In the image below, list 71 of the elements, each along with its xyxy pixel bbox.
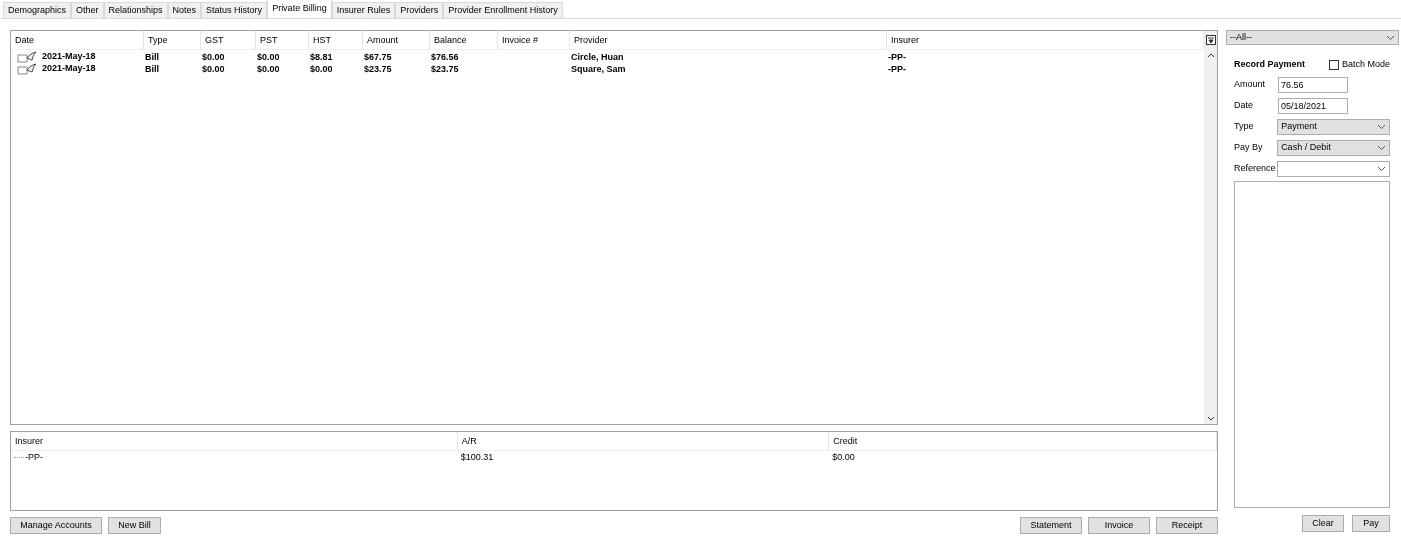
action-button[interactable]: Pay: [1352, 515, 1390, 532]
field-label: Type: [1234, 120, 1255, 133]
column-header[interactable]: Type: [144, 31, 201, 49]
table-cell: $76.56: [431, 52, 459, 62]
column-header[interactable]: PST: [256, 31, 309, 49]
column-header[interactable]: Credit: [829, 432, 1217, 450]
table-cell: -PP-: [888, 52, 906, 62]
tab[interactable]: Private Billing: [267, 0, 332, 18]
table-cell: $0.00: [832, 451, 855, 464]
field-label: Amount: [1234, 78, 1267, 91]
column-header[interactable]: Amount: [363, 31, 430, 49]
column-header[interactable]: Provider: [570, 31, 887, 49]
table-cell: $67.75: [364, 52, 392, 62]
action-button[interactable]: Invoice: [1088, 517, 1150, 534]
table-cell: $0.00: [257, 64, 280, 74]
table-cell: -PP-: [25, 451, 43, 464]
input-field[interactable]: 76.56: [1278, 76, 1348, 93]
dropdown[interactable]: Cash / Debit: [1277, 139, 1390, 156]
tab[interactable]: Relationships: [103, 2, 168, 18]
chevron-down-icon: [1377, 123, 1386, 130]
table-cell: Circle, Huan: [571, 52, 624, 62]
tab[interactable]: Demographics: [3, 2, 72, 18]
field-label: Date: [1234, 99, 1254, 112]
column-chooser-icon[interactable]: [1205, 35, 1216, 45]
table-cell: $0.00: [310, 64, 333, 74]
action-button[interactable]: New Bill: [108, 517, 161, 534]
table-cell: Square, Sam: [571, 64, 626, 74]
table-cell: $8.81: [310, 52, 333, 62]
input-field[interactable]: 05/18/2021: [1278, 97, 1348, 114]
tab[interactable]: Notes: [167, 2, 202, 18]
table-cell: Bill: [145, 52, 159, 62]
column-header[interactable]: Invoice #: [498, 31, 570, 49]
action-button[interactable]: Statement: [1020, 517, 1082, 534]
column-header[interactable]: A/R: [457, 432, 830, 450]
action-button[interactable]: Receipt: [1156, 517, 1218, 534]
tab[interactable]: Status History: [201, 2, 268, 18]
table-cell: Bill: [145, 64, 159, 74]
scrollbar[interactable]: [1204, 50, 1217, 424]
tab[interactable]: Other: [71, 2, 104, 18]
table-cell: -PP-: [888, 64, 906, 74]
tab[interactable]: Insurer Rules: [331, 2, 396, 18]
table-cell: 2021-May-18: [42, 62, 96, 76]
combo-field[interactable]: [1277, 160, 1390, 177]
field-label: Pay By: [1234, 141, 1264, 154]
column-header[interactable]: Date: [11, 31, 144, 49]
chevron-down-icon: [1386, 34, 1395, 41]
table-cell: $0.00: [257, 52, 280, 62]
action-button[interactable]: Manage Accounts: [10, 517, 102, 534]
table-cell: $0.00: [202, 64, 225, 74]
column-header[interactable]: GST: [201, 31, 256, 49]
table-cell: $23.75: [364, 64, 392, 74]
column-header[interactable]: Balance: [430, 31, 498, 49]
batch-mode-checkbox[interactable]: [1328, 60, 1339, 70]
chevron-down-icon: [1377, 144, 1386, 151]
field-label: Reference: [1234, 162, 1277, 175]
table-cell: $23.75: [431, 64, 459, 74]
filter-select[interactable]: --All--: [1226, 30, 1399, 45]
column-header[interactable]: Insurer: [11, 432, 458, 450]
table-cell: 2021-May-18: [42, 50, 96, 64]
scroll-up-icon[interactable]: [1206, 53, 1215, 58]
table-cell: $0.00: [202, 52, 225, 62]
chevron-down-icon: [1377, 165, 1386, 172]
action-button[interactable]: Clear: [1302, 515, 1344, 532]
section-title: Record Payment: [1234, 58, 1306, 72]
tab[interactable]: Provider Enrollment History: [443, 2, 563, 18]
checkbox-label: Batch Mode: [1341, 58, 1390, 72]
table-cell: $100.31: [460, 451, 494, 464]
scroll-down-icon[interactable]: [1206, 416, 1215, 421]
dropdown[interactable]: Payment: [1277, 118, 1390, 135]
column-header[interactable]: HST: [309, 31, 363, 49]
tab[interactable]: Providers: [395, 2, 444, 18]
